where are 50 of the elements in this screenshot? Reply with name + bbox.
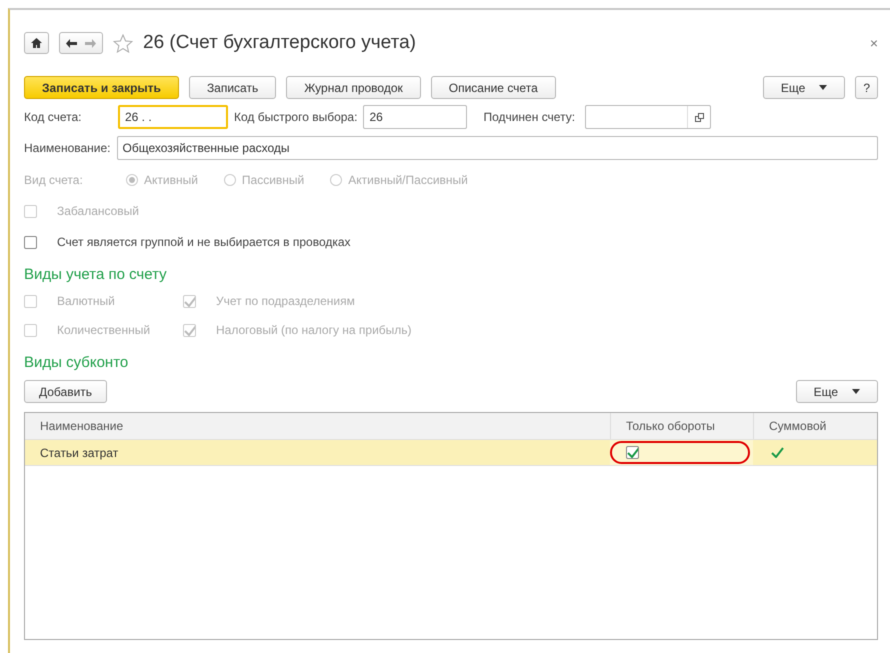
checkbox-label: Налоговый (по налогу на прибыль) xyxy=(216,323,412,337)
window-title: 26 (Счет бухгалтерского учета) xyxy=(143,32,417,54)
help-button[interactable]: ? xyxy=(855,76,878,99)
caret-icon xyxy=(852,389,860,394)
field-label: Код счета: xyxy=(24,110,82,124)
history-button[interactable] xyxy=(59,32,103,54)
checkbox[interactable] xyxy=(24,236,37,248)
caret-icon xyxy=(819,85,828,90)
field-label: Подчинен счету: xyxy=(483,110,576,124)
back-arrow-icon xyxy=(66,38,77,48)
radio-label: Активный xyxy=(144,173,198,187)
table-row[interactable]: Статьи затрат xyxy=(25,440,877,466)
home-icon xyxy=(31,38,42,48)
radio-label: Пассивный xyxy=(242,173,304,187)
checkbox[interactable] xyxy=(626,446,639,459)
checkbox-label: Количественный xyxy=(57,323,150,337)
check-icon xyxy=(184,324,195,336)
toolbar-button[interactable]: Записать и закрыть xyxy=(24,76,179,99)
column-header: Суммовой xyxy=(753,413,877,439)
radio-label: Активный/Пассивный xyxy=(348,173,468,187)
input-field[interactable]: 26 . . xyxy=(118,105,228,129)
checkbox-label: Забалансовый xyxy=(57,204,140,218)
input-field[interactable] xyxy=(585,105,712,129)
add-button[interactable]: Добавить xyxy=(24,380,108,403)
section-heading: Виды субконто xyxy=(24,354,130,371)
more-button[interactable]: Еще xyxy=(796,380,878,403)
field-label: Код быстрого выбора: xyxy=(234,110,358,124)
input-field[interactable]: 26 xyxy=(363,105,468,129)
check-icon xyxy=(771,447,784,458)
home-button[interactable] xyxy=(24,32,49,54)
section-heading: Виды учета по счету xyxy=(24,266,168,283)
forward-arrow-icon xyxy=(85,38,96,48)
checkbox-label: Счет является группой и не выбирается в проводках xyxy=(57,235,351,249)
star-icon[interactable] xyxy=(113,34,133,52)
toolbar-button[interactable]: Описание счета xyxy=(430,76,556,99)
column-header: Только обороты xyxy=(610,413,753,439)
field-label: Наименование: xyxy=(24,141,111,155)
field-label: Вид счета: xyxy=(24,173,84,187)
toolbar-button[interactable]: Записать xyxy=(188,76,276,99)
checkbox-label: Валютный xyxy=(57,294,115,308)
more-button[interactable]: Еще xyxy=(762,76,846,99)
check-icon xyxy=(184,296,195,306)
close-button[interactable]: × xyxy=(870,35,878,51)
input-field[interactable]: Общехозяйственные расходы xyxy=(116,136,878,160)
column-header: Наименование xyxy=(39,418,124,435)
checkbox-label: Учет по подразделениям xyxy=(216,294,355,308)
toolbar-button[interactable]: Журнал проводок xyxy=(286,76,421,99)
check-icon xyxy=(627,447,638,458)
table-cell-text: Статьи затрат xyxy=(39,444,120,462)
open-form-icon xyxy=(694,112,704,122)
